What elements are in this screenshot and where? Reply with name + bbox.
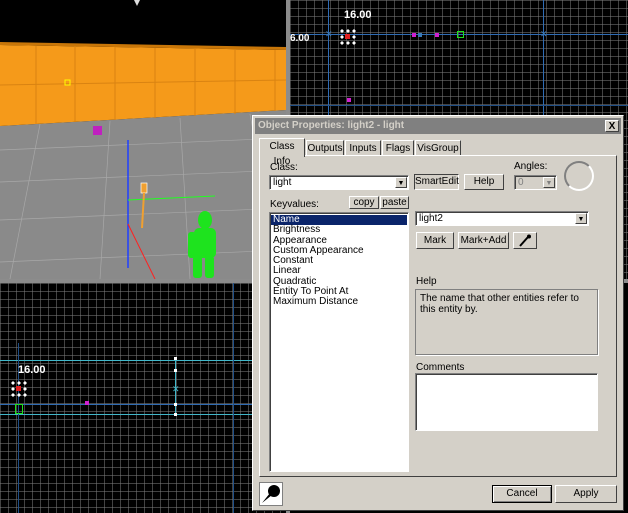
paste-button[interactable]: paste [380, 196, 409, 209]
chevron-down-icon[interactable]: ▼ [543, 177, 555, 188]
tab-class-info[interactable]: Class Info [259, 138, 305, 167]
viewport-zoom-label: 16.00 [18, 364, 46, 376]
help-text-box: The name that other entities refer to th… [415, 289, 598, 355]
tab-inputs[interactable]: Inputs [345, 140, 381, 156]
object-properties-dialog: Object Properties: light2 - light X Clas… [252, 115, 624, 511]
entity-dot [418, 33, 422, 37]
angles-dropdown[interactable]: 0 ▼ [514, 175, 557, 190]
entity-dot [435, 33, 439, 37]
entity-box [457, 31, 464, 38]
angles-label: Angles: [514, 161, 548, 172]
dialog-titlebar[interactable]: Object Properties: light2 - light X [255, 118, 621, 134]
tab-visgroup[interactable]: VisGroup [415, 140, 461, 156]
entity-box [15, 404, 23, 414]
viewport-axis-line [0, 404, 286, 405]
class-info-panel: Class: light ▼ SmartEdit Help Angles: 0 … [259, 155, 617, 477]
viewport-axis-label: 6.00 [290, 33, 310, 44]
list-item[interactable]: Maximum Distance [271, 297, 407, 308]
cancel-button[interactable]: Cancel [492, 485, 552, 503]
class-dropdown[interactable]: light ▼ [269, 175, 409, 190]
vertex-cross-icon: ✕ [325, 29, 333, 39]
viewport-axis-line [290, 105, 628, 106]
value-combobox[interactable]: light2 ▼ [415, 211, 589, 226]
smartedit-toggle[interactable]: SmartEdit [414, 174, 459, 190]
vertex-cross-icon: ✕ [540, 29, 548, 39]
light-entity-marker [16, 386, 21, 391]
help-text: The name that other entities refer to th… [420, 293, 579, 315]
angle-dial[interactable] [564, 161, 594, 191]
vertex-dot [174, 403, 177, 406]
tab-outputs[interactable]: Outputs [306, 140, 344, 156]
viewport-axis-line [0, 360, 286, 361]
comments-heading: Comments [416, 362, 465, 373]
entity-dot [85, 401, 89, 405]
angles-value: 0 [518, 177, 524, 188]
mark-button[interactable]: Mark [416, 232, 454, 249]
chevron-down-icon[interactable]: ▼ [575, 213, 587, 224]
close-button[interactable]: X [605, 120, 619, 132]
vertex-dot [174, 357, 177, 360]
vertex-dot [174, 413, 177, 416]
chevron-down-icon[interactable]: ▼ [395, 177, 407, 188]
viewport-axis-line [0, 414, 286, 415]
eyedropper-icon [519, 234, 531, 247]
viewport-axis-line [233, 283, 234, 513]
apply-button[interactable]: Apply [555, 485, 617, 503]
vertex-cross-icon: ✕ [172, 384, 180, 394]
entity-dot [347, 98, 351, 102]
light-entity-marker [345, 34, 350, 39]
pointer-icon [260, 483, 282, 505]
dialog-title: Object Properties: light2 - light [258, 120, 405, 131]
pick-entity-icon[interactable] [259, 482, 283, 506]
viewport-zoom-label: 16.00 [344, 9, 372, 21]
vertex-dot [174, 369, 177, 372]
mark-add-button[interactable]: Mark+Add [458, 232, 509, 249]
viewport-3d[interactable] [0, 0, 286, 279]
comments-field[interactable] [415, 373, 598, 431]
help-heading: Help [416, 276, 437, 287]
help-button[interactable]: Help [464, 174, 504, 190]
eyedropper-button[interactable] [513, 232, 537, 249]
viewport-side-2d[interactable]: 16.00 ✕ [0, 283, 286, 513]
value-field-text: light2 [419, 213, 443, 224]
keyvalues-label: Keyvalues: [270, 199, 319, 210]
class-value: light [273, 177, 292, 188]
entity-dot [412, 33, 416, 37]
copy-button[interactable]: copy [349, 196, 379, 209]
keyvalues-list[interactable]: Name Brightness Appearance Custom Appear… [269, 212, 409, 472]
tab-flags[interactable]: Flags [382, 140, 414, 156]
viewport-3d-scene [0, 0, 286, 279]
